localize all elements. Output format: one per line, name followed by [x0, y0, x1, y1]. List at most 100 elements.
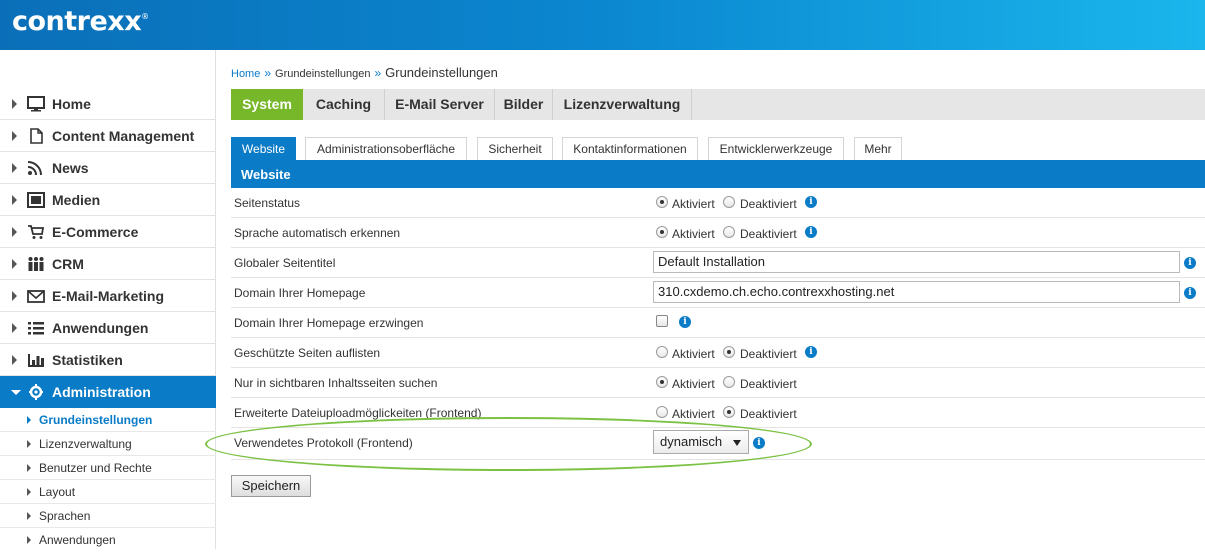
- chevron-right-icon: [27, 512, 31, 520]
- save-button[interactable]: Speichern: [231, 475, 311, 497]
- setting-row-globaler-seitentitel: Globaler Seitentitel Default Installatio…: [231, 248, 1205, 278]
- setting-row-seitenstatus: Seitenstatus Aktiviert Deaktiviert i: [231, 188, 1205, 218]
- tab-e-mail-server[interactable]: E-Mail Server: [385, 89, 495, 120]
- sidebar: Home Content Management News Medien E-Co…: [0, 50, 216, 549]
- chevron-right-icon: [27, 416, 31, 424]
- setting-label: Geschützte Seiten auflisten: [234, 346, 381, 360]
- chevron-right-icon: [27, 536, 31, 544]
- breadcrumb-separator: »: [264, 66, 272, 80]
- tab-system[interactable]: System: [231, 89, 303, 120]
- radio-deaktiviert[interactable]: [723, 346, 735, 358]
- sidebar-subitem-label: Anwendungen: [39, 533, 116, 547]
- tab-bilder[interactable]: Bilder: [495, 89, 553, 120]
- radio-deaktiviert[interactable]: [723, 376, 735, 388]
- header-bar: contrexx®: [0, 0, 1205, 50]
- people-icon: [28, 257, 44, 271]
- sidebar-item-administration[interactable]: Administration: [0, 376, 216, 408]
- chevron-right-icon: [27, 464, 31, 472]
- sidebar-item-medien[interactable]: Medien: [0, 184, 216, 216]
- subtab-mehr[interactable]: Mehr: [854, 137, 902, 160]
- chevron-right-icon: [12, 259, 17, 269]
- sidebar-subitem-benutzer-und-rechte[interactable]: Benutzer und Rechte: [0, 456, 216, 480]
- sidebar-item-news[interactable]: News: [0, 152, 216, 184]
- info-icon[interactable]: i: [1184, 257, 1196, 269]
- info-icon[interactable]: i: [805, 346, 817, 358]
- setting-label: Seitenstatus: [234, 196, 301, 210]
- subtab-sicherheit[interactable]: Sicherheit: [477, 137, 553, 160]
- force-domain-checkbox[interactable]: [656, 315, 668, 327]
- sidebar-item-crm[interactable]: CRM: [0, 248, 216, 280]
- radio-label: Aktiviert: [672, 377, 715, 391]
- setting-label: Domain Ihrer Homepage: [234, 286, 366, 300]
- radio-label: Deaktiviert: [740, 227, 797, 241]
- subtab-website[interactable]: Website: [231, 137, 296, 160]
- sidebar-subitem-layout[interactable]: Layout: [0, 480, 216, 504]
- radio-label: Aktiviert: [672, 197, 715, 211]
- chevron-right-icon: [12, 99, 17, 109]
- info-icon[interactable]: i: [1184, 287, 1196, 299]
- chevron-right-icon: [27, 440, 31, 448]
- sidebar-item-anwendungen[interactable]: Anwendungen: [0, 312, 216, 344]
- sidebar-subitem-sprachen[interactable]: Sprachen: [0, 504, 216, 528]
- sidebar-item-label: Home: [52, 96, 91, 112]
- sidebar-item-home[interactable]: Home: [0, 88, 216, 120]
- protocol-select[interactable]: dynamisch: [653, 430, 749, 454]
- radio-aktiviert[interactable]: [656, 196, 668, 208]
- radio-label: Deaktiviert: [740, 407, 797, 421]
- chevron-right-icon: [12, 323, 17, 333]
- domain-input[interactable]: 310.cxdemo.ch.echo.contrexxhosting.net: [653, 281, 1180, 303]
- breadcrumb: Home» Grundeinstellungen» Grundeinstellung…: [231, 65, 498, 80]
- chevron-right-icon: [12, 291, 17, 301]
- document-icon: [30, 128, 43, 144]
- radio-label: Aktiviert: [672, 347, 715, 361]
- contrexx-logo[interactable]: contrexx®: [12, 6, 149, 37]
- breadcrumb-current: Grundeinstellungen: [385, 65, 498, 80]
- rss-icon: [27, 161, 42, 176]
- sidebar-item-label: E-Mail-Marketing: [52, 288, 165, 304]
- info-icon[interactable]: i: [753, 437, 765, 449]
- info-icon[interactable]: i: [805, 196, 817, 208]
- radio-label: Aktiviert: [672, 407, 715, 421]
- radio-aktiviert[interactable]: [656, 406, 668, 418]
- sidebar-item-label: E-Commerce: [52, 224, 139, 240]
- bar-chart-icon: [28, 354, 44, 367]
- info-icon[interactable]: i: [679, 316, 691, 328]
- tab-lizenzverwaltung[interactable]: Lizenzverwaltung: [553, 89, 692, 120]
- cart-icon: [28, 225, 45, 239]
- setting-row-domain-erzwingen: Domain Ihrer Homepage erzwingen i: [231, 308, 1205, 338]
- sidebar-item-e-mail-marketing[interactable]: E-Mail-Marketing: [0, 280, 216, 312]
- subtab-kontaktinformationen[interactable]: Kontaktinformationen: [562, 137, 698, 160]
- radio-aktiviert[interactable]: [656, 346, 668, 358]
- site-title-input[interactable]: Default Installation: [653, 251, 1180, 273]
- radio-deaktiviert[interactable]: [723, 196, 735, 208]
- tab-caching[interactable]: Caching: [303, 89, 385, 120]
- sidebar-item-label: Anwendungen: [52, 320, 149, 336]
- sidebar-subitem-label: Sprachen: [39, 509, 91, 523]
- sidebar-item-e-commerce[interactable]: E-Commerce: [0, 216, 216, 248]
- info-icon[interactable]: i: [805, 226, 817, 238]
- radio-deaktiviert[interactable]: [723, 406, 735, 418]
- sidebar-item-label: Statistiken: [52, 352, 123, 368]
- subtab-entwicklerwerkzeuge[interactable]: Entwicklerwerkzeuge: [708, 137, 844, 160]
- radio-aktiviert[interactable]: [656, 376, 668, 388]
- sidebar-item-label: Content Management: [52, 128, 195, 144]
- subtab-administrationsoberflaeche[interactable]: Administrationsoberfläche: [305, 137, 467, 160]
- chevron-right-icon: [12, 163, 17, 173]
- radio-label: Deaktiviert: [740, 377, 797, 391]
- sidebar-item-content-management[interactable]: Content Management: [0, 120, 216, 152]
- setting-label: Domain Ihrer Homepage erzwingen: [234, 316, 424, 330]
- setting-row-sichtbare-inhaltsseiten: Nur in sichtbaren Inhaltsseiten suchen A…: [231, 368, 1205, 398]
- select-value: dynamisch: [660, 434, 723, 449]
- breadcrumb-home-link[interactable]: Home: [231, 68, 260, 80]
- chevron-right-icon: [12, 131, 17, 141]
- radio-label: Deaktiviert: [740, 347, 797, 361]
- setting-row-protokoll: Verwendetes Protokoll (Frontend) dynamis…: [231, 428, 1205, 460]
- sidebar-subitem-lizenzverwaltung[interactable]: Lizenzverwaltung: [0, 432, 216, 456]
- sidebar-subitem-grundeinstellungen[interactable]: Grundeinstellungen: [0, 408, 216, 432]
- sidebar-subitem-anwendungen[interactable]: Anwendungen: [0, 528, 216, 552]
- radio-deaktiviert[interactable]: [723, 226, 735, 238]
- sidebar-item-label: News: [52, 160, 89, 176]
- radio-aktiviert[interactable]: [656, 226, 668, 238]
- radio-label: Deaktiviert: [740, 197, 797, 211]
- sidebar-item-statistiken[interactable]: Statistiken: [0, 344, 216, 376]
